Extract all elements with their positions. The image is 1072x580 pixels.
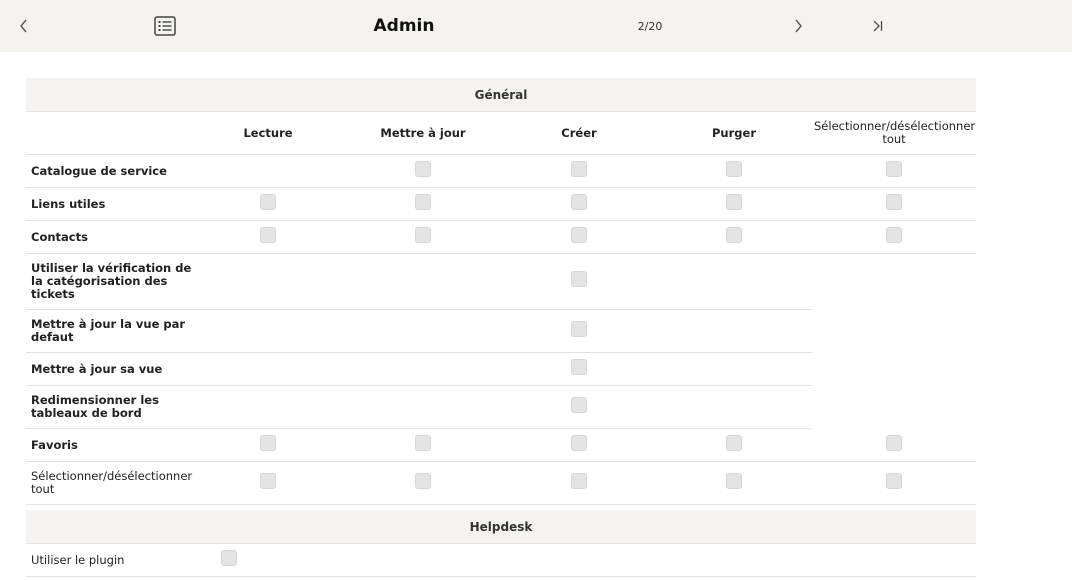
update-checkbox[interactable] [415, 473, 431, 489]
purge-checkbox[interactable] [726, 435, 742, 451]
skip-to-end-icon [873, 20, 883, 32]
permission-row: Redimensionner les tableaux de bord [26, 386, 812, 429]
last-button[interactable] [866, 0, 890, 52]
pagination-indicator: 2/20 [637, 19, 663, 33]
column-header-update: Mettre à jour [380, 126, 466, 140]
select-all-checkbox[interactable] [886, 194, 902, 210]
next-button[interactable] [786, 0, 810, 52]
create-checkbox[interactable] [571, 359, 587, 375]
row-label: Utiliser la vérification de la catégoris… [31, 261, 192, 301]
read-checkbox[interactable] [260, 435, 276, 451]
read-checkbox[interactable] [260, 473, 276, 489]
create-checkbox[interactable] [571, 271, 587, 287]
row-label: Mettre à jour sa vue [31, 361, 163, 376]
use-plugin-checkbox[interactable] [221, 550, 237, 566]
row-label: Mettre à jour la vue par defaut [31, 317, 186, 344]
section-header-general: Général [26, 78, 976, 112]
row-label: Liens utiles [31, 196, 106, 211]
page-title: Admin [373, 16, 435, 36]
chevron-right-icon [795, 19, 802, 33]
column-header-row: Lecture Mettre à jour Créer Purger Sélec… [26, 112, 976, 155]
purge-checkbox[interactable] [726, 161, 742, 177]
chevron-left-icon [20, 19, 27, 33]
purge-checkbox[interactable] [726, 227, 742, 243]
permission-row: Favoris [26, 429, 976, 462]
permission-row: Catalogue de service [26, 155, 976, 188]
create-checkbox[interactable] [571, 435, 587, 451]
column-header-purge: Purger [712, 126, 756, 140]
update-checkbox[interactable] [415, 194, 431, 210]
top-toolbar: Admin 2/20 [0, 0, 1072, 52]
permission-row: Mettre à jour sa vue [26, 353, 812, 386]
update-checkbox[interactable] [415, 227, 431, 243]
select-all-checkbox[interactable] [886, 435, 902, 451]
read-checkbox[interactable] [260, 194, 276, 210]
create-checkbox[interactable] [571, 161, 587, 177]
select-all-checkbox[interactable] [886, 161, 902, 177]
create-checkbox[interactable] [571, 397, 587, 413]
row-label: Catalogue de service [31, 163, 167, 178]
read-checkbox[interactable] [260, 227, 276, 243]
column-header-read: Lecture [243, 126, 293, 140]
purge-checkbox[interactable] [726, 194, 742, 210]
create-checkbox[interactable] [571, 473, 587, 489]
permission-row: Utiliser la vérification de la catégoris… [26, 254, 812, 310]
previous-button[interactable] [12, 0, 36, 52]
select-all-checkbox[interactable] [886, 473, 902, 489]
permission-row: Utiliser le plugin [26, 544, 976, 577]
select-all-checkbox[interactable] [886, 227, 902, 243]
create-checkbox[interactable] [571, 227, 587, 243]
permission-row: Contacts [26, 221, 976, 254]
list-icon [154, 16, 176, 36]
create-checkbox[interactable] [571, 321, 587, 337]
list-view-button[interactable] [150, 0, 180, 52]
row-label: Contacts [31, 229, 88, 244]
row-label: Favoris [31, 437, 78, 452]
column-header-create: Créer [561, 126, 597, 140]
section-header-helpdesk: Helpdesk [26, 510, 976, 544]
row-label[interactable]: Sélectionner/désélectionner tout [31, 462, 196, 504]
update-checkbox[interactable] [415, 161, 431, 177]
update-checkbox[interactable] [415, 435, 431, 451]
select-all-row: Sélectionner/désélectionner tout [26, 462, 976, 505]
column-header-select-all[interactable]: Sélectionner/désélectionner tout [814, 120, 975, 146]
row-label: Redimensionner les tableaux de bord [31, 393, 159, 420]
permission-row: Mettre à jour la vue par defaut [26, 310, 812, 353]
purge-checkbox[interactable] [726, 473, 742, 489]
permission-row: Liens utiles [26, 188, 976, 221]
row-label: Utiliser le plugin [31, 552, 125, 567]
create-checkbox[interactable] [571, 194, 587, 210]
